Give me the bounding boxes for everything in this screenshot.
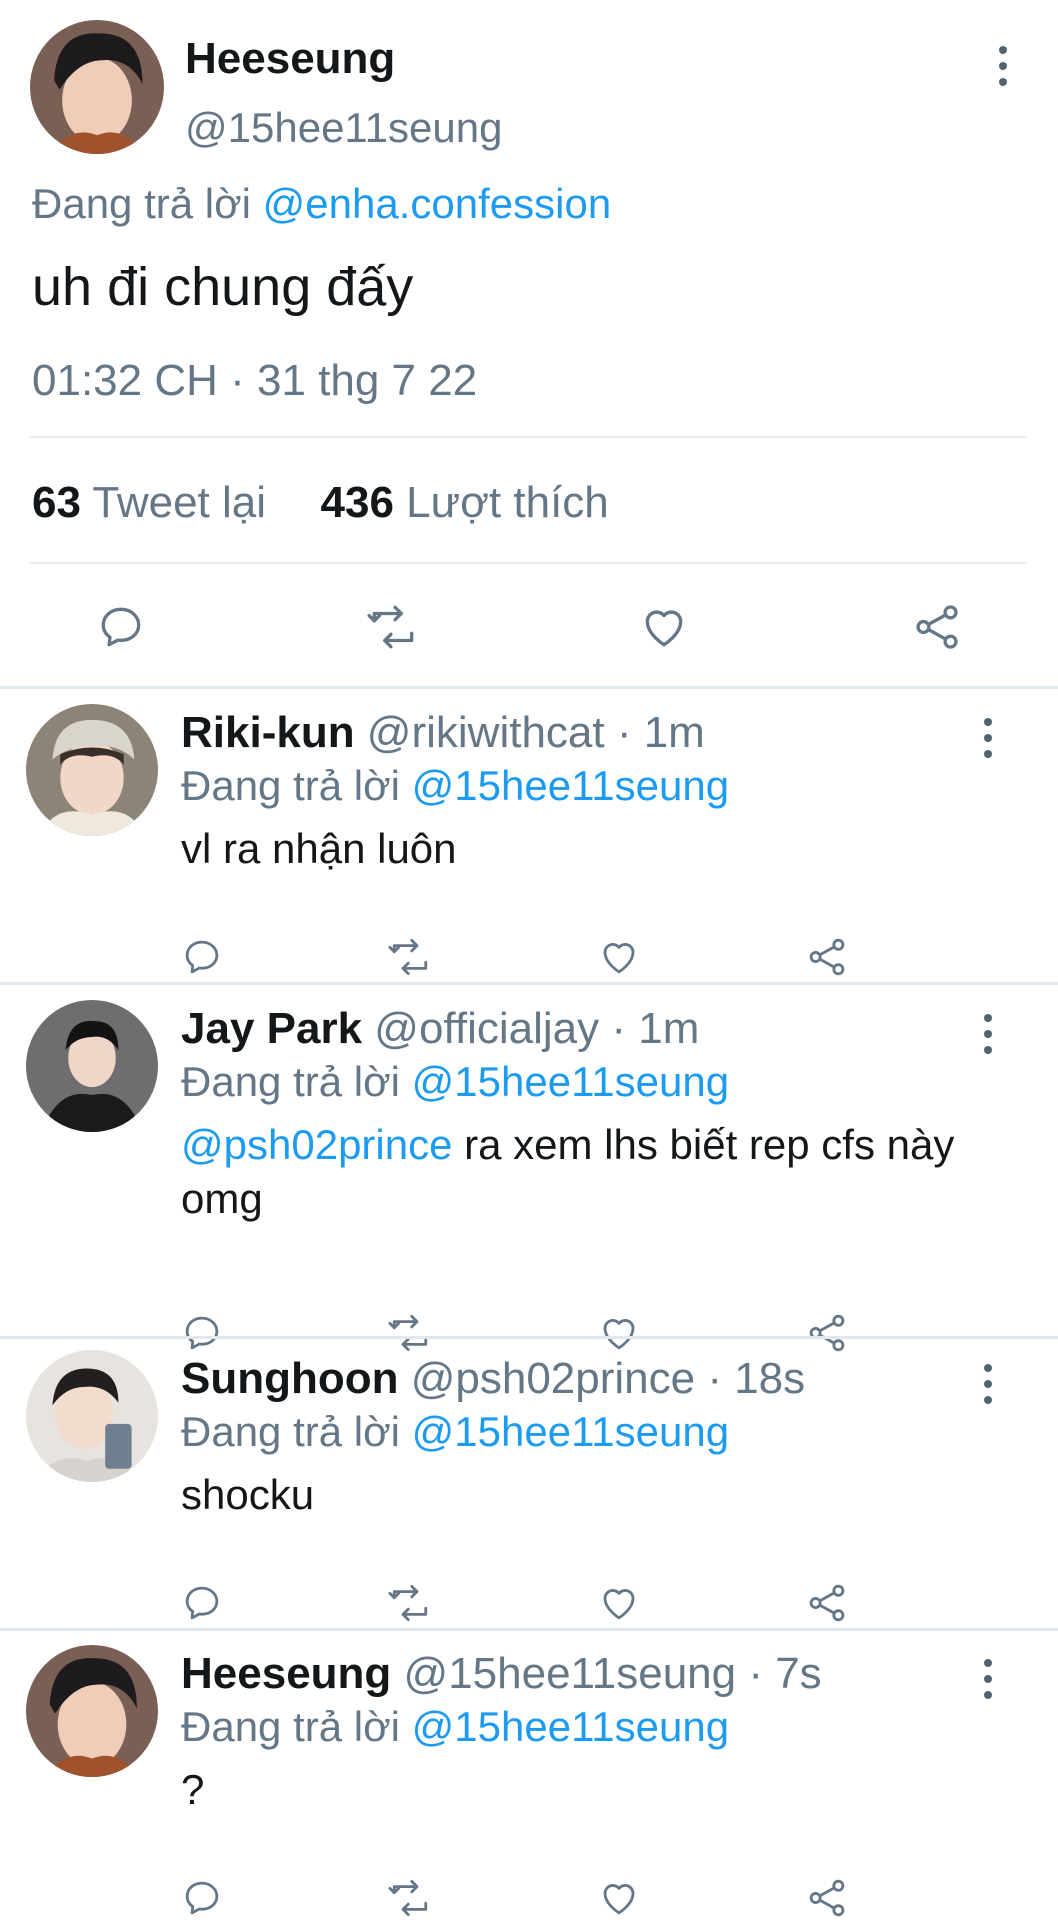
divider	[30, 562, 1026, 564]
retweet-icon[interactable]	[366, 602, 420, 652]
reply-handle-time[interactable]: @15hee11seung · 7s	[391, 1649, 822, 1698]
share-icon[interactable]	[806, 1582, 848, 1624]
like-count: 436	[320, 478, 394, 527]
main-tweet-handle[interactable]: @15hee11seung	[185, 104, 502, 152]
retweet-icon[interactable]	[387, 1582, 433, 1624]
share-icon[interactable]	[806, 1312, 848, 1354]
more-icon[interactable]	[980, 1014, 996, 1054]
main-tweet-text: uh đi chung đấy	[32, 257, 414, 317]
reply-text: ?	[181, 1763, 1001, 1817]
mention-link[interactable]: @psh02prince	[181, 1121, 452, 1168]
replying-to-link[interactable]: @15hee11seung	[412, 1703, 729, 1750]
more-icon[interactable]	[995, 46, 1011, 86]
retweet-icon[interactable]	[387, 1877, 433, 1919]
reply-icon[interactable]	[181, 1312, 223, 1354]
heart-icon[interactable]	[598, 1312, 640, 1354]
more-icon[interactable]	[980, 1364, 996, 1404]
retweet-stat[interactable]: 63 Tweet lại	[32, 478, 266, 527]
reply-text: shocku	[181, 1468, 1001, 1522]
avatar[interactable]	[26, 1645, 158, 1777]
divider	[0, 1628, 1058, 1631]
reply-header: Jay Park @officialjay · 1m	[181, 1004, 699, 1054]
tweet-timestamp[interactable]: 01:32 CH · 31 thg 7 22	[32, 356, 477, 406]
reply-icon[interactable]	[181, 1877, 223, 1919]
reply-header: Heeseung @15hee11seung · 7s	[181, 1649, 822, 1699]
like-stat[interactable]: 436 Lượt thích	[321, 478, 609, 527]
reply-text-body: ?	[181, 1766, 205, 1813]
replying-prefix: Đang trả lời	[32, 180, 263, 227]
reply-icon[interactable]	[181, 936, 223, 978]
replying-to-link[interactable]: @15hee11seung	[412, 762, 729, 809]
reply-author-name[interactable]: Jay Park	[181, 1004, 362, 1053]
replying-prefix: Đang trả lời	[181, 762, 412, 809]
reply-header: Riki-kun @rikiwithcat · 1m	[181, 708, 705, 758]
retweet-icon[interactable]	[387, 1312, 433, 1354]
main-tweet-name[interactable]: Heeseung	[185, 34, 395, 84]
more-icon[interactable]	[980, 718, 996, 758]
like-label: Lượt thích	[393, 478, 609, 527]
divider	[0, 686, 1058, 689]
reply-handle-time[interactable]: @psh02prince · 18s	[399, 1354, 805, 1403]
divider	[30, 436, 1026, 438]
reply-author-name[interactable]: Riki-kun	[181, 708, 355, 757]
heart-icon[interactable]	[639, 602, 689, 652]
replying-to-link[interactable]: @enha.confession	[263, 180, 612, 227]
replying-to: Đang trả lời @15hee11seung	[181, 1703, 729, 1751]
retweet-count: 63	[32, 478, 81, 527]
replying-prefix: Đang trả lời	[181, 1058, 412, 1105]
reply-handle-time[interactable]: @rikiwithcat · 1m	[355, 708, 705, 757]
more-icon[interactable]	[980, 1659, 996, 1699]
reply-text: vl ra nhận luôn	[181, 822, 1001, 876]
retweet-icon[interactable]	[387, 936, 433, 978]
replying-to: Đang trả lời @15hee11seung	[181, 762, 729, 810]
replying-to-link[interactable]: @15hee11seung	[412, 1408, 729, 1455]
reply-author-name[interactable]: Sunghoon	[181, 1354, 399, 1403]
replying-to: Đang trả lời @15hee11seung	[181, 1058, 729, 1106]
avatar[interactable]	[26, 1000, 158, 1132]
reply-text-body: vl ra nhận luôn	[181, 825, 457, 872]
replying-to: Đang trả lời @15hee11seung	[181, 1408, 729, 1456]
reply-text: @psh02prince ra xem lhs biết rep cfs này…	[181, 1118, 1001, 1226]
reply-author-name[interactable]: Heeseung	[181, 1649, 391, 1698]
avatar[interactable]	[26, 1350, 158, 1482]
replying-prefix: Đang trả lời	[181, 1408, 412, 1455]
reply-text-body: shocku	[181, 1471, 315, 1518]
heart-icon[interactable]	[598, 1582, 640, 1624]
reply-icon[interactable]	[96, 602, 146, 652]
replying-prefix: Đang trả lời	[181, 1703, 412, 1750]
divider	[0, 1336, 1058, 1339]
retweet-label: Tweet lại	[80, 478, 267, 527]
heart-icon[interactable]	[598, 1877, 640, 1919]
tweet-stats: 63 Tweet lại 436 Lượt thích	[32, 478, 609, 528]
replying-to-link[interactable]: @15hee11seung	[412, 1058, 729, 1105]
heart-icon[interactable]	[598, 936, 640, 978]
avatar[interactable]	[30, 20, 164, 154]
reply-icon[interactable]	[181, 1582, 223, 1624]
replying-to: Đang trả lời @enha.confession	[32, 180, 611, 228]
share-icon[interactable]	[912, 602, 962, 652]
share-icon[interactable]	[806, 1877, 848, 1919]
reply-header: Sunghoon @psh02prince · 18s	[181, 1354, 805, 1404]
share-icon[interactable]	[806, 936, 848, 978]
reply-handle-time[interactable]: @officialjay · 1m	[362, 1004, 699, 1053]
divider	[0, 982, 1058, 985]
avatar[interactable]	[26, 704, 158, 836]
